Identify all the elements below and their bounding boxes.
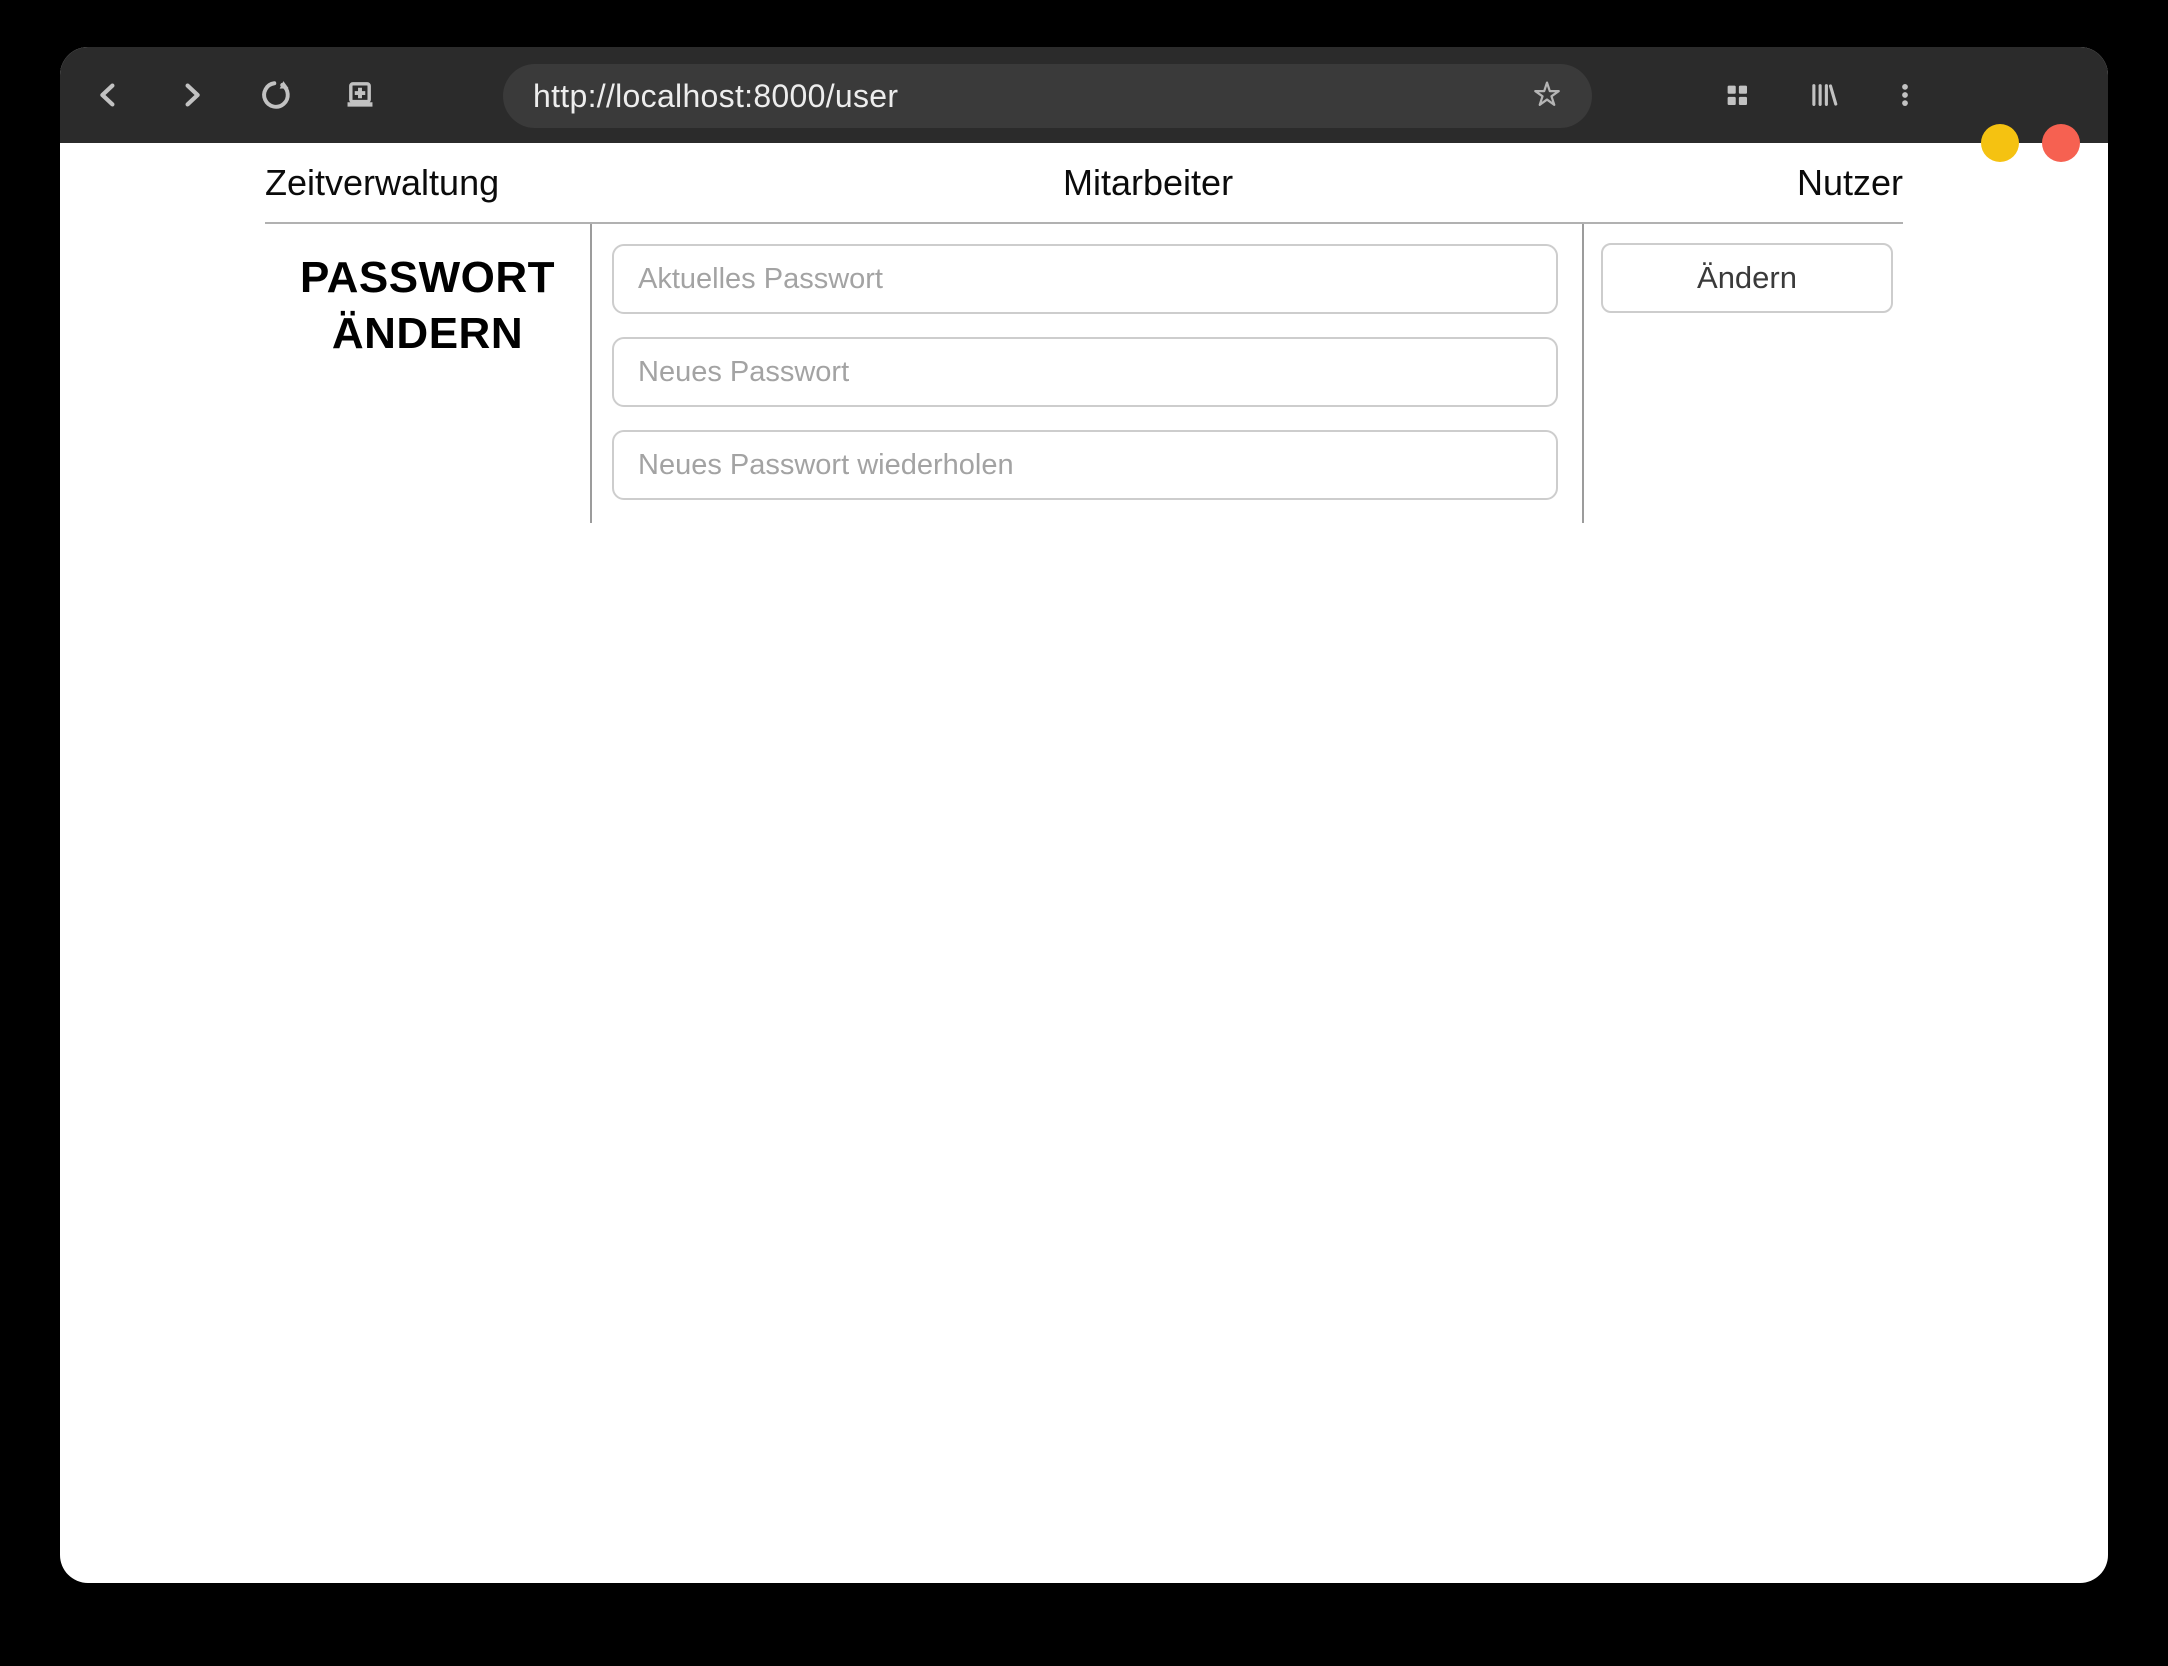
screen: http://localhost:8000/user Zeitverwaltun… [0,0,2168,1666]
tab-overview-button[interactable] [1715,73,1759,117]
library-icon [1802,75,1842,115]
change-password-button[interactable]: Ändern [1601,243,1893,313]
site-nav: Zeitverwaltung Mitarbeiter Nutzer [265,143,1903,224]
page-title-line1: PASSWORT [300,253,555,302]
close-window-button[interactable] [2042,124,2080,162]
nav-link-nutzer[interactable]: Nutzer [1797,162,1903,204]
tab-grid-icon [1717,75,1757,115]
repeat-new-password-field[interactable] [612,430,1558,500]
password-change-section: PASSWORT ÄNDERN Ändern [265,224,1903,523]
bookmark-star-icon [1528,81,1566,118]
forward-icon [172,75,212,115]
section-title-column: PASSWORT ÄNDERN [265,224,590,523]
back-icon [88,75,128,115]
bookmark-button[interactable] [1528,77,1566,115]
page-title-line2: ÄNDERN [331,309,524,358]
new-password-field[interactable] [612,337,1558,407]
page-title: PASSWORT ÄNDERN [265,250,590,362]
new-tab-button[interactable] [338,73,382,117]
page-content: Zeitverwaltung Mitarbeiter Nutzer PASSWO… [60,143,2108,523]
forward-button[interactable] [170,73,214,117]
browser-window: http://localhost:8000/user Zeitverwaltun… [60,47,2108,1583]
reload-icon [255,74,297,116]
new-tab-icon [339,74,381,116]
current-password-field[interactable] [612,244,1558,314]
kebab-menu-icon [1885,75,1925,115]
url-bar[interactable]: http://localhost:8000/user [503,64,1592,128]
browser-toolbar: http://localhost:8000/user [60,47,2108,162]
password-form-column [590,224,1582,523]
library-button[interactable] [1800,73,1844,117]
back-button[interactable] [86,73,130,117]
nav-link-zeitverwaltung[interactable]: Zeitverwaltung [265,162,499,204]
menu-button[interactable] [1883,73,1927,117]
submit-column: Ändern [1582,224,1903,523]
minimize-window-button[interactable] [1981,124,2019,162]
reload-button[interactable] [254,73,298,117]
nav-link-mitarbeiter[interactable]: Mitarbeiter [1063,162,1233,204]
url-text[interactable]: http://localhost:8000/user [533,78,898,115]
